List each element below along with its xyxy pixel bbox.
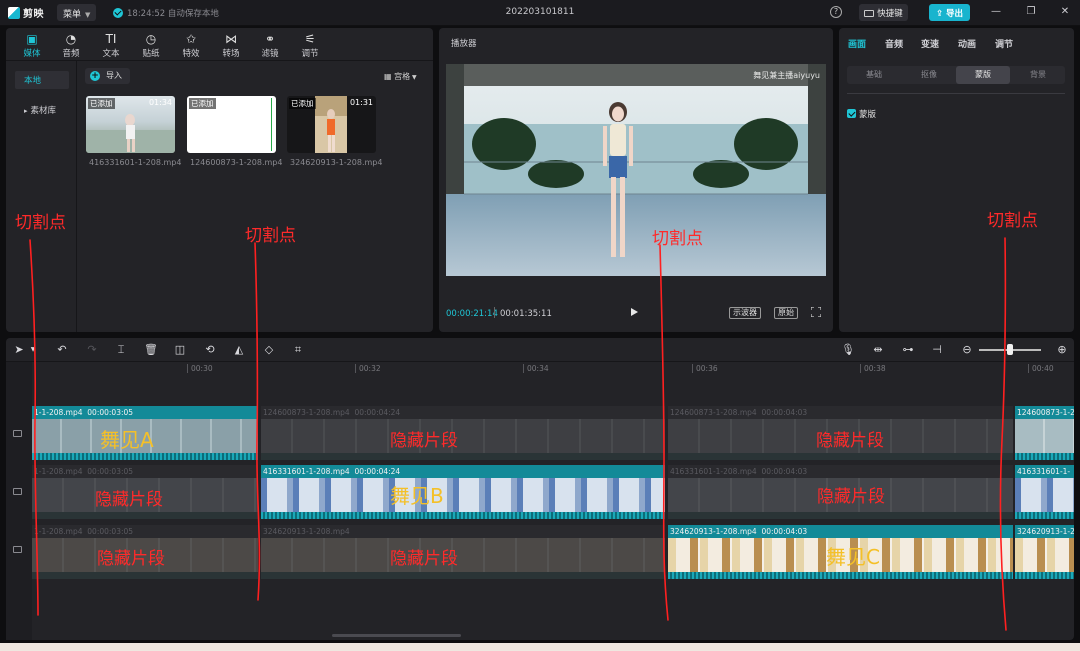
annotation-dancer-c: 舞见C — [826, 545, 880, 569]
annotation-hidden-segment: 隐藏片段 — [390, 549, 458, 569]
annotation-hidden-segment: 隐藏片段 — [97, 549, 165, 569]
annotation-hidden-segment: 隐藏片段 — [816, 431, 884, 451]
annotation-cut-point: 切割点 — [652, 229, 703, 249]
annotation-dancer-b: 舞见B — [390, 484, 444, 508]
annotation-hidden-segment: 隐藏片段 — [817, 487, 885, 507]
annotation-dancer-a: 舞见A — [100, 428, 154, 452]
cut-line — [999, 237, 1007, 631]
annotation-hidden-segment: 隐藏片段 — [390, 431, 458, 451]
cut-line — [659, 244, 669, 621]
annotation-cut-point: 切割点 — [987, 211, 1038, 231]
cut-line — [254, 242, 261, 601]
annotation-hidden-segment: 隐藏片段 — [95, 490, 163, 510]
annotation-cut-point: 切割点 — [245, 226, 296, 246]
cut-line — [29, 239, 39, 616]
annotation-cut-point: 切割点 — [15, 213, 66, 233]
